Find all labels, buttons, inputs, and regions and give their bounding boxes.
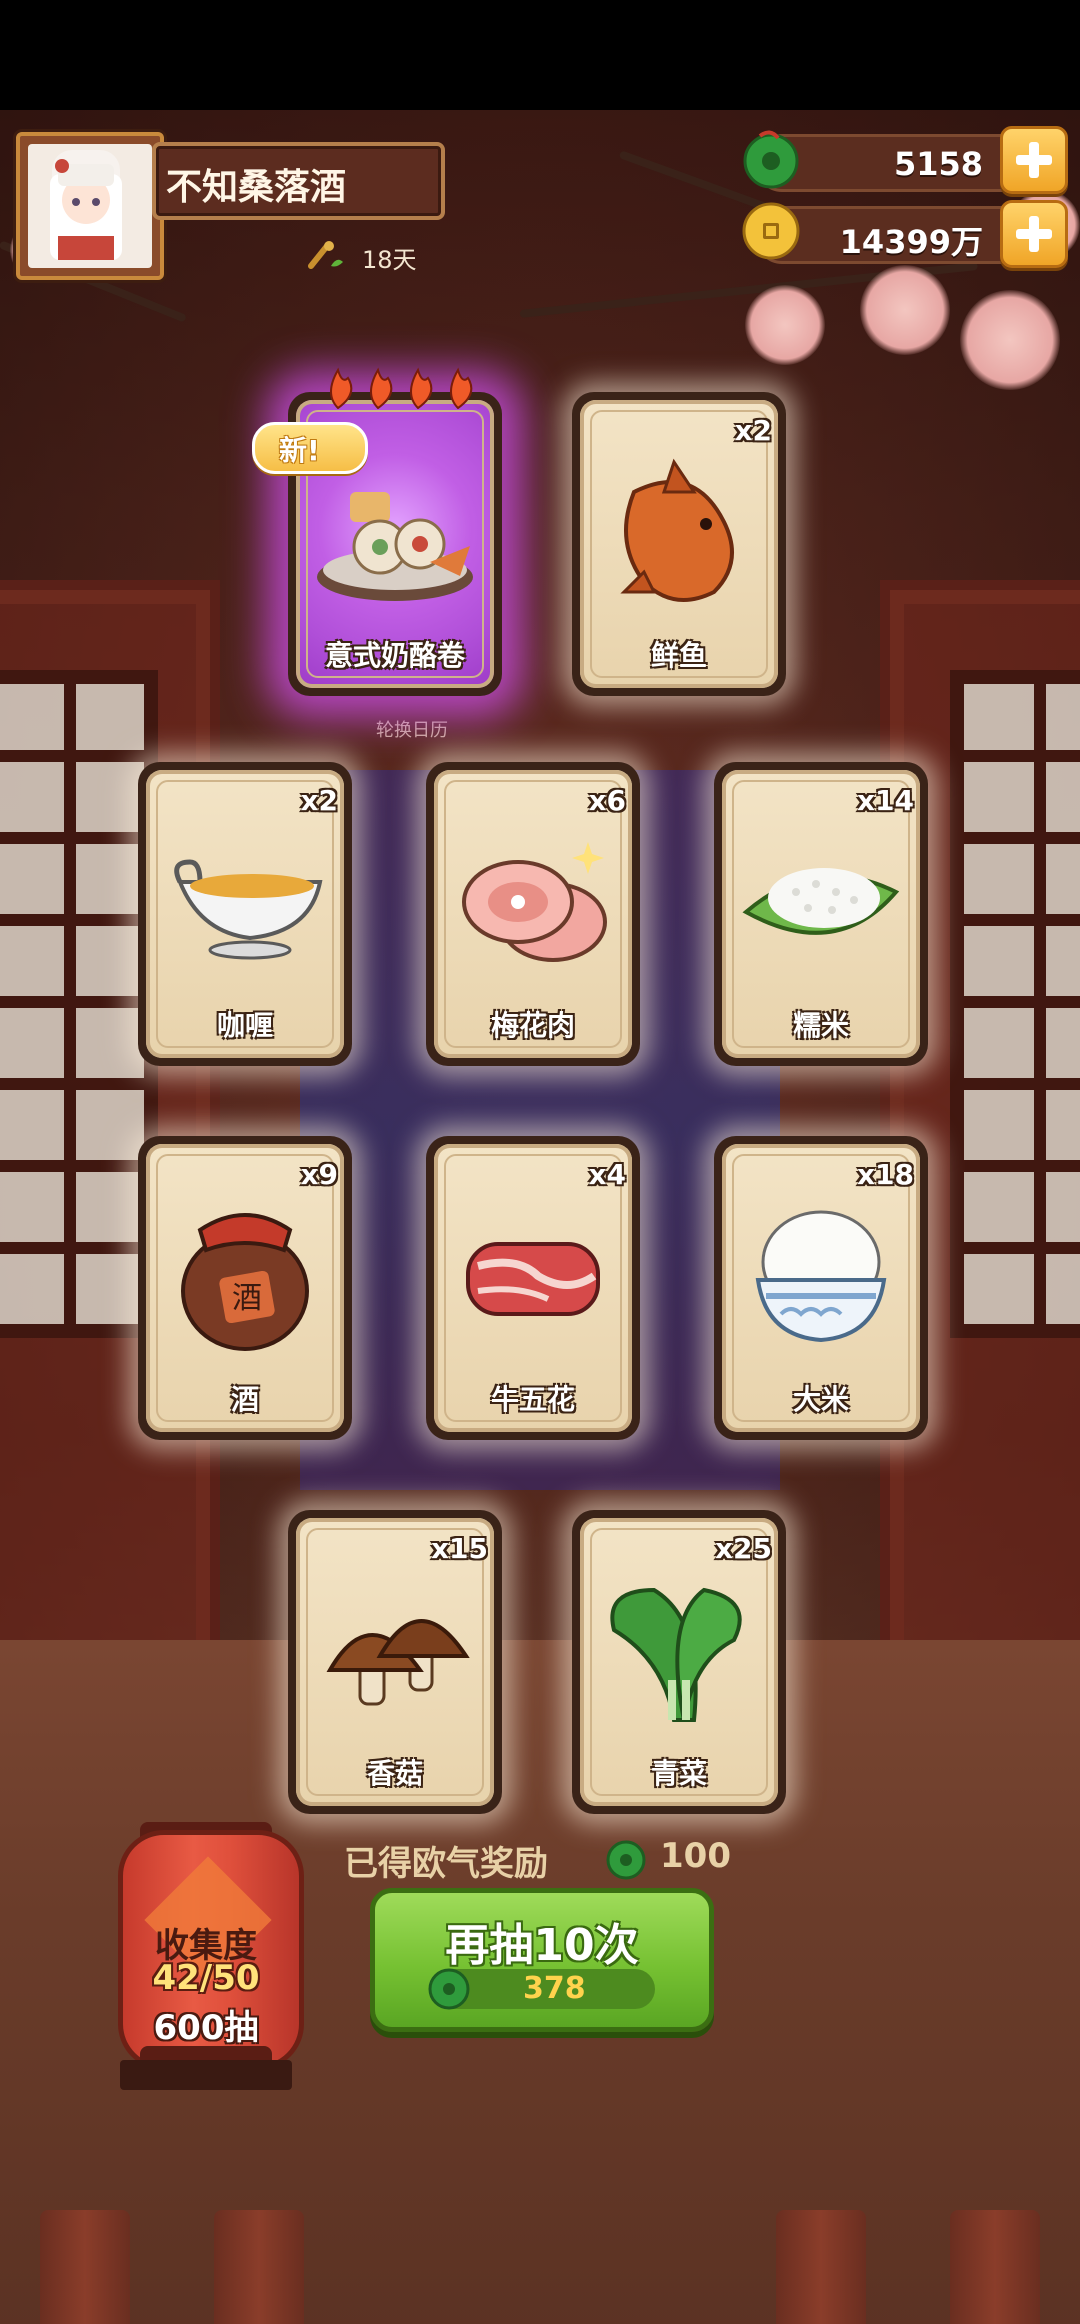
card-label: 意式奶酪卷 (324, 639, 465, 672)
railing-post (214, 2210, 304, 2324)
card-fish[interactable]: x2 鲜鱼 (572, 392, 786, 696)
green-jade-icon (743, 130, 799, 189)
card-label: 青菜 (650, 1757, 707, 1790)
draw-cost: 378 (523, 1971, 586, 2006)
days-counter: 18天 (362, 246, 417, 274)
green-jade-icon (606, 1840, 646, 1880)
glutinous-rice-art (742, 868, 900, 935)
card-count: x2 (300, 784, 338, 817)
card-count: x15 (430, 1532, 488, 1565)
card-label: 咖喱 (216, 1009, 273, 1042)
left-window (0, 670, 158, 1338)
flame-rarity-icon (330, 367, 473, 410)
pork-shoulder-art (462, 842, 607, 962)
avatar[interactable] (16, 132, 164, 280)
player-name-plate[interactable]: 不知桑落酒 (152, 142, 445, 220)
blossom (745, 285, 825, 365)
card-label: 梅花肉 (490, 1009, 575, 1042)
gold-coin-icon (742, 202, 800, 260)
right-window (950, 670, 1080, 1338)
card-label: 牛五花 (490, 1383, 575, 1416)
scroll-sprout-icon (308, 241, 343, 269)
blossom (960, 290, 1060, 390)
rice-bowl-art (755, 1210, 887, 1343)
card-label: 大米 (792, 1383, 849, 1416)
green-jade-icon (428, 1968, 470, 2010)
wine-jar-art: 酒 (181, 1213, 309, 1351)
lucky-reward-label: 已得欧气奖励 (344, 1844, 548, 1884)
card-count: x18 (856, 1158, 914, 1191)
railing-post (950, 2210, 1040, 2324)
card-greens[interactable]: x25 青菜 (572, 1510, 786, 1814)
lantern-stand (120, 2060, 292, 2090)
card-count: x9 (300, 1158, 338, 1191)
card-mushroom[interactable]: x15 香菇 (288, 1510, 502, 1814)
add-jade-button[interactable] (1000, 126, 1068, 194)
player-name: 不知桑落酒 (166, 167, 347, 208)
coin-amount: 14399万 (839, 223, 983, 261)
card-glutinous-rice[interactable]: x14 糯米 (714, 762, 928, 1066)
collection-draws: 600抽 (153, 2008, 259, 2048)
collection-progress: 42/50 (152, 1958, 260, 1998)
card-wine[interactable]: x9 酒 酒 (138, 1136, 352, 1440)
jade-amount: 5158 (893, 145, 983, 183)
card-label: 鲜鱼 (650, 639, 707, 672)
fish-art (620, 458, 734, 602)
card-count: x25 (714, 1532, 772, 1565)
card-rice[interactable]: x18 大米 (714, 1136, 928, 1440)
card-count: x4 (588, 1158, 626, 1191)
card-label: 糯米 (792, 1009, 849, 1042)
wine-jar-label: 酒 (232, 1281, 262, 1316)
draw-cost-pill: 378 (428, 1968, 655, 2010)
railing-post (40, 2210, 130, 2324)
avatar-portrait (28, 144, 152, 268)
add-coins-button[interactable] (1000, 200, 1068, 268)
beef-brisket-art (466, 1242, 600, 1316)
card-count: x14 (856, 784, 914, 817)
card-count: x2 (734, 414, 772, 447)
card-label: 香菇 (366, 1757, 423, 1790)
draw-ten-button[interactable]: 再抽10次 378 (370, 1888, 714, 2032)
rotation-calendar-label: 轮换日历 (376, 720, 448, 741)
cheese-roll-art (317, 492, 473, 601)
card-pork-shoulder[interactable]: x6 梅花肉 (426, 762, 640, 1066)
mushroom-art (326, 1619, 470, 1706)
card-label: 酒 (230, 1383, 259, 1416)
card-curry[interactable]: x2 咖喱 (138, 762, 352, 1066)
card-cheese-roll[interactable]: 新! 意式奶酪卷 (252, 367, 502, 696)
bok-choy-art (610, 1587, 742, 1722)
curry-boat-art (174, 859, 323, 960)
lucky-reward-value: 100 (660, 1836, 731, 1876)
card-count: x6 (588, 784, 626, 817)
blossom (860, 265, 950, 355)
railing-post (776, 2210, 866, 2324)
card-beef-brisket[interactable]: x4 牛五花 (426, 1136, 640, 1440)
